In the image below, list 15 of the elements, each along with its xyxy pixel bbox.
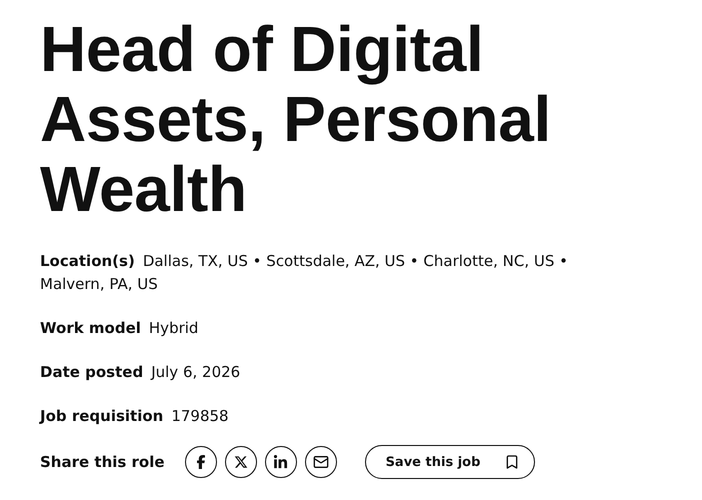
job-detail: Work model Hybrid — [40, 318, 200, 339]
share-label: Share this role — [40, 453, 165, 471]
x-share-button[interactable] — [224, 446, 257, 478]
envelope-icon — [312, 454, 329, 470]
linkedin-icon — [273, 454, 288, 470]
job-detail: Job requisition 179858 — [40, 406, 230, 427]
job-detail: Location(s) Dallas, TX, US • Scottsdale, AZ, US • Charlotte, NC, US • Malvern, PA, US — [40, 251, 569, 295]
email-share-button[interactable] — [304, 446, 337, 478]
x-icon — [234, 455, 248, 469]
linkedin-share-button[interactable] — [264, 446, 297, 478]
job-title: Head of Digital Assets, Personal Wealth — [40, 14, 552, 224]
facebook-share-button[interactable] — [184, 446, 217, 478]
save-job-button[interactable]: Save this job — [364, 445, 536, 479]
job-detail: Date posted July 6, 2026 — [40, 362, 242, 383]
bookmark-icon — [504, 454, 520, 470]
